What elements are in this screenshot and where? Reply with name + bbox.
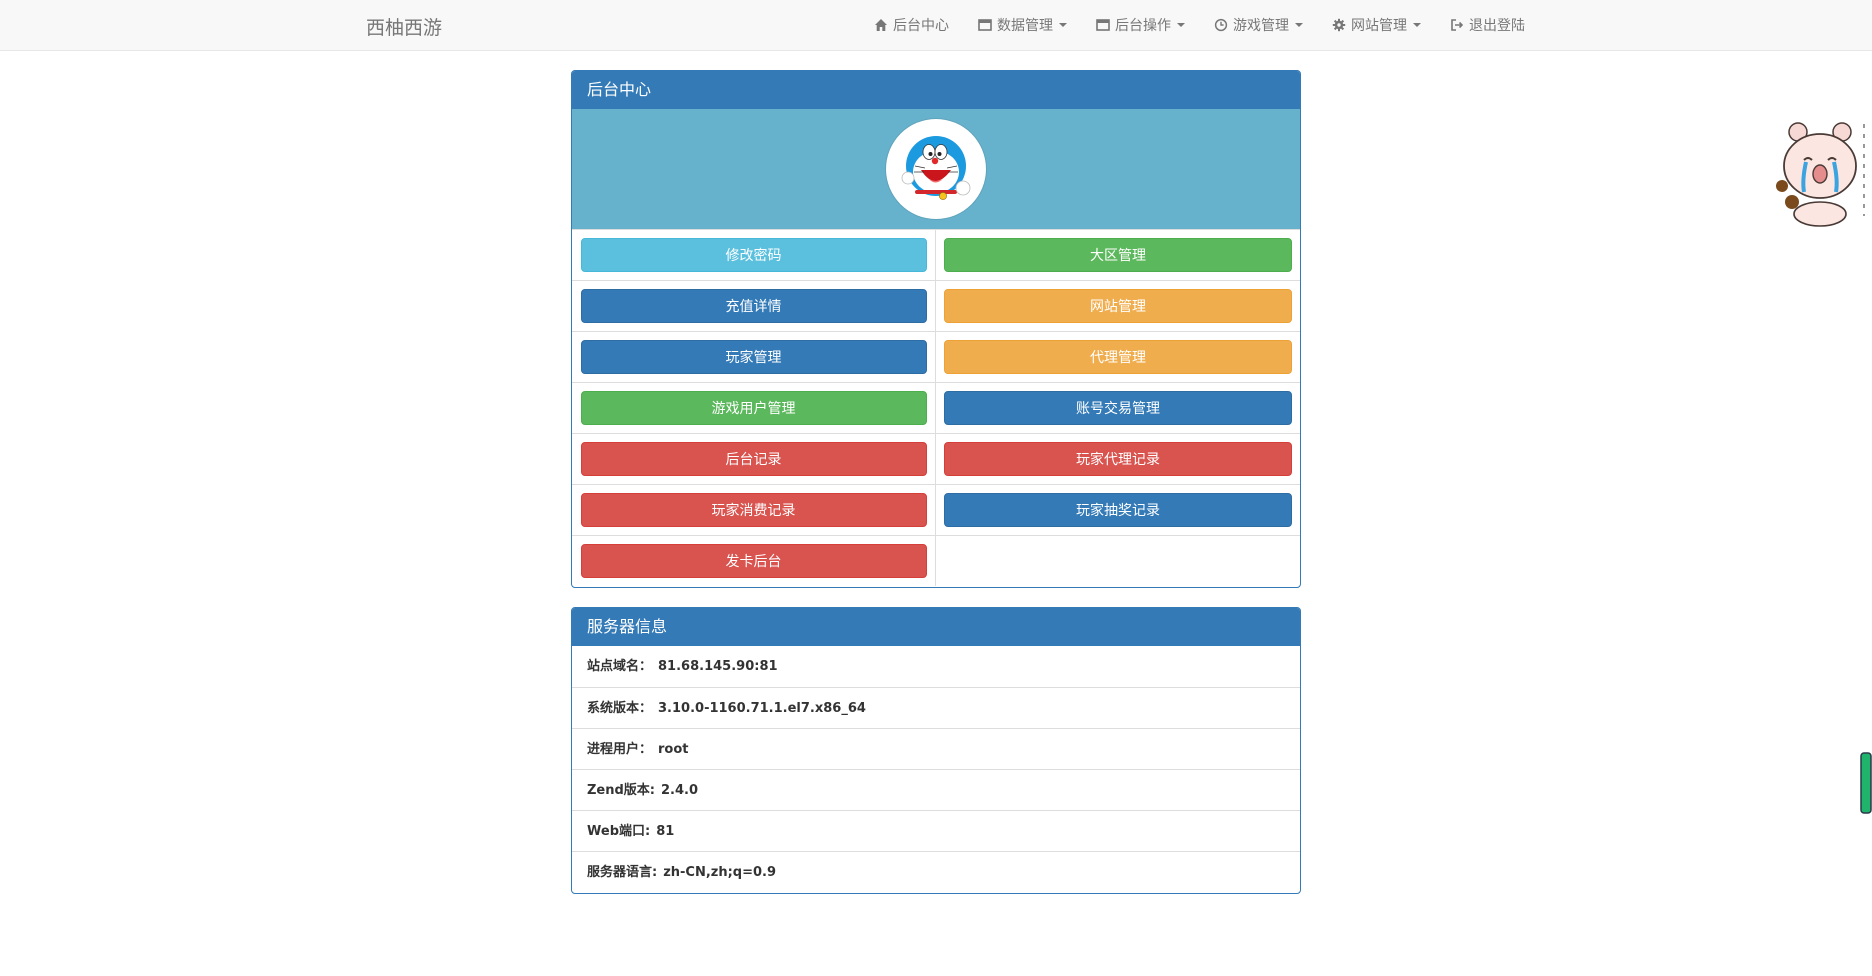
grid-cell: 发卡后台: [572, 535, 936, 586]
site-management-button[interactable]: 网站管理: [944, 289, 1292, 323]
clock-icon: [1214, 18, 1228, 32]
server-info-panel: 服务器信息 站点域名： 81.68.145.90:81 系统版本： 3.10.0-1…: [571, 607, 1301, 894]
nav-label: 网站管理: [1351, 18, 1407, 34]
list-item-process-user: 进程用户： root: [572, 728, 1300, 769]
avatar-banner: [572, 109, 1300, 229]
grid-cell: 玩家代理记录: [936, 433, 1300, 484]
scroll-handle[interactable]: [1860, 752, 1872, 814]
player-lottery-log-button[interactable]: 玩家抽奖记录: [944, 493, 1292, 527]
info-value: zh-CN,zh;q=0.9: [663, 865, 777, 880]
grid-cell: 代理管理: [936, 331, 1300, 382]
grid-cell: 充值详情: [572, 280, 936, 331]
caret-down-icon: [1059, 23, 1067, 27]
nav-menu: 后台中心 数据管理 后台操作 游戏管理 网站管理 退出登陆: [874, 0, 1525, 50]
info-label: Zend版本:: [587, 783, 656, 798]
grid-cell: 玩家消费记录: [572, 484, 936, 535]
list-item-server-language: 服务器语言: zh-CN,zh;q=0.9: [572, 851, 1300, 892]
gear-icon: [1332, 18, 1346, 32]
top-navbar: 西柚西游 后台中心 数据管理 后台操作 游戏管理 网站管理 退出登陆: [0, 0, 1872, 51]
list-item-site-domain: 站点域名： 81.68.145.90:81: [572, 646, 1300, 687]
admin-button-grid: 修改密码 大区管理 充值详情 网站管理 玩家管理 代理管理 游戏用户管理 账号交…: [572, 229, 1300, 586]
info-label: Web端口:: [587, 824, 651, 839]
grid-cell: 后台记录: [572, 433, 936, 484]
change-password-button[interactable]: 修改密码: [580, 238, 927, 272]
recharge-details-button[interactable]: 充值详情: [580, 289, 927, 323]
doraemon-avatar: [886, 119, 986, 219]
nav-label: 退出登陆: [1469, 18, 1525, 34]
nav-item-admin-center[interactable]: 后台中心: [874, 15, 949, 35]
nav-label: 后台中心: [893, 18, 949, 34]
grid-cell: 游戏用户管理: [572, 382, 936, 433]
grid-cell: 网站管理: [936, 280, 1300, 331]
agent-management-button[interactable]: 代理管理: [944, 340, 1292, 374]
grid-cell: 修改密码: [572, 229, 936, 280]
window-icon: [978, 18, 992, 32]
caret-down-icon: [1413, 23, 1421, 27]
server-info-list: 站点域名： 81.68.145.90:81 系统版本： 3.10.0-1160.71…: [572, 646, 1300, 892]
player-spending-log-button[interactable]: 玩家消费记录: [580, 493, 927, 527]
crying-bear-mascot-sticker[interactable]: [1768, 118, 1872, 228]
admin-center-panel: 后台中心 修改密码 大区管理 充值详情 网站管理 玩家管理 代理管理 游戏用户管…: [571, 70, 1301, 588]
list-item-web-port: Web端口: 81: [572, 810, 1300, 851]
list-item-zend-version: Zend版本: 2.4.0: [572, 769, 1300, 810]
info-label: 系统版本：: [587, 701, 653, 716]
grid-cell-empty: [936, 535, 1300, 586]
caret-down-icon: [1177, 23, 1185, 27]
info-value: 2.4.0: [661, 783, 699, 798]
brand-title[interactable]: 西柚西游: [366, 13, 442, 40]
info-label: 服务器语言:: [587, 865, 658, 880]
info-label: 进程用户：: [587, 742, 653, 757]
region-management-button[interactable]: 大区管理: [944, 238, 1292, 272]
list-item-system-version: 系统版本： 3.10.0-1160.71.1.el7.x86_64: [572, 687, 1300, 728]
grid-cell: 玩家抽奖记录: [936, 484, 1300, 535]
grid-cell: 大区管理: [936, 229, 1300, 280]
player-management-button[interactable]: 玩家管理: [580, 340, 927, 374]
nav-item-data-management[interactable]: 数据管理: [978, 15, 1067, 35]
info-value: 81.68.145.90:81: [658, 659, 778, 674]
grid-cell: 账号交易管理: [936, 382, 1300, 433]
home-icon: [874, 18, 888, 32]
logout-icon: [1450, 18, 1464, 32]
panel-title: 服务器信息: [572, 608, 1300, 646]
player-agent-log-button[interactable]: 玩家代理记录: [944, 442, 1292, 476]
game-user-management-button[interactable]: 游戏用户管理: [580, 391, 927, 425]
nav-item-admin-operations[interactable]: 后台操作: [1096, 15, 1185, 35]
panel-title: 后台中心: [572, 71, 1300, 109]
nav-item-site-management[interactable]: 网站管理: [1332, 15, 1421, 35]
window-icon: [1096, 18, 1110, 32]
nav-label: 游戏管理: [1233, 18, 1289, 34]
grid-cell: 玩家管理: [572, 331, 936, 382]
nav-item-logout[interactable]: 退出登陆: [1450, 15, 1525, 35]
account-trade-management-button[interactable]: 账号交易管理: [944, 391, 1292, 425]
caret-down-icon: [1295, 23, 1303, 27]
info-value: root: [658, 742, 689, 757]
nav-label: 后台操作: [1115, 18, 1171, 34]
nav-label: 数据管理: [997, 18, 1053, 34]
info-label: 站点域名：: [587, 659, 653, 674]
card-issuing-admin-button[interactable]: 发卡后台: [580, 544, 927, 578]
admin-log-button[interactable]: 后台记录: [580, 442, 927, 476]
info-value: 81: [656, 824, 675, 839]
info-value: 3.10.0-1160.71.1.el7.x86_64: [658, 701, 866, 716]
nav-item-game-management[interactable]: 游戏管理: [1214, 15, 1303, 35]
